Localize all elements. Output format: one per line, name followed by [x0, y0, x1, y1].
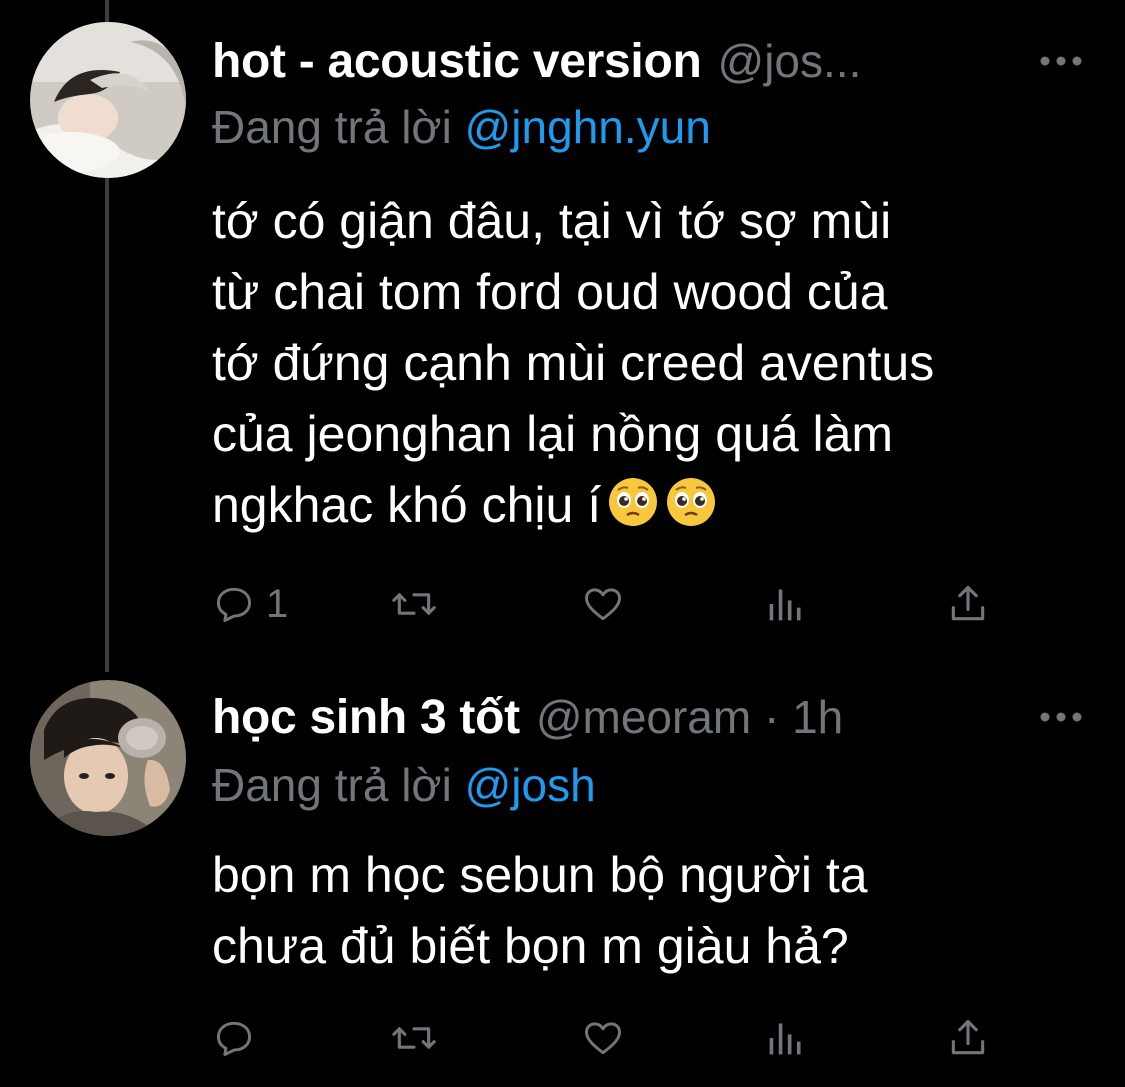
tweet-text: tớ có giận đâu, tại vì tớ sợ mùi từ chai… [212, 186, 934, 541]
replying-to: Đang trả lời @jnghn.yun [212, 100, 711, 154]
retweet-arrows-icon [392, 1027, 436, 1049]
display-name[interactable]: hot - acoustic version [212, 34, 702, 89]
bar-chart-icon [769, 1023, 801, 1055]
avatar-photo [30, 680, 186, 836]
replying-to-label: Đang trả lời [212, 759, 465, 811]
more-dots-icon[interactable] [1039, 711, 1083, 723]
speech-bubble-icon [216, 1021, 252, 1056]
reply-count: 1 [266, 581, 289, 626]
share-upload-icon [951, 585, 985, 621]
mention-link[interactable]: @jnghn.yun [465, 101, 711, 153]
bar-chart-icon [769, 589, 801, 621]
avatar[interactable] [30, 680, 186, 836]
pleading-face-icon [609, 478, 658, 526]
share-button[interactable] [946, 574, 990, 634]
tweet-text: bọn m học sebun bộ người ta chưa đủ biết… [212, 840, 868, 982]
mention-link[interactable]: @josh [465, 759, 596, 811]
share-upload-icon [951, 1019, 985, 1055]
tweet-header: hot - acoustic version @jos... [212, 26, 1095, 96]
tweet-body: bọn m học sebun bộ người ta chưa đủ biết… [212, 847, 868, 974]
pleading-face-icon [667, 478, 716, 526]
avatar-photo [30, 22, 186, 178]
display-name[interactable]: học sinh 3 tốt [212, 690, 520, 745]
tweet-actions: 1 [212, 574, 1002, 634]
views-button[interactable] [766, 574, 806, 634]
reply-button[interactable] [212, 1008, 266, 1068]
replying-to: Đang trả lời @josh [212, 758, 596, 812]
retweet-button[interactable] [390, 1008, 438, 1068]
retweet-button[interactable] [390, 574, 438, 634]
views-button[interactable] [766, 1008, 806, 1068]
reply-button[interactable]: 1 [212, 574, 288, 634]
handle-and-time[interactable]: @meoram · 1h [536, 690, 843, 744]
more-dots-icon[interactable] [1039, 55, 1083, 67]
retweet-arrows-icon [392, 593, 436, 615]
replying-to-label: Đang trả lời [212, 101, 465, 153]
like-button[interactable] [580, 574, 626, 634]
avatar[interactable] [30, 22, 186, 178]
tweet-header: học sinh 3 tốt @meoram · 1h [212, 682, 1095, 752]
heart-icon [585, 588, 621, 621]
share-button[interactable] [946, 1008, 990, 1068]
tweet-actions [212, 1008, 1002, 1068]
heart-icon [585, 1022, 621, 1055]
speech-bubble-icon [216, 587, 252, 622]
tweet-body: tớ có giận đâu, tại vì tớ sợ mùi từ chai… [212, 193, 935, 533]
like-button[interactable] [580, 1008, 626, 1068]
handle[interactable]: @jos... [718, 34, 862, 88]
